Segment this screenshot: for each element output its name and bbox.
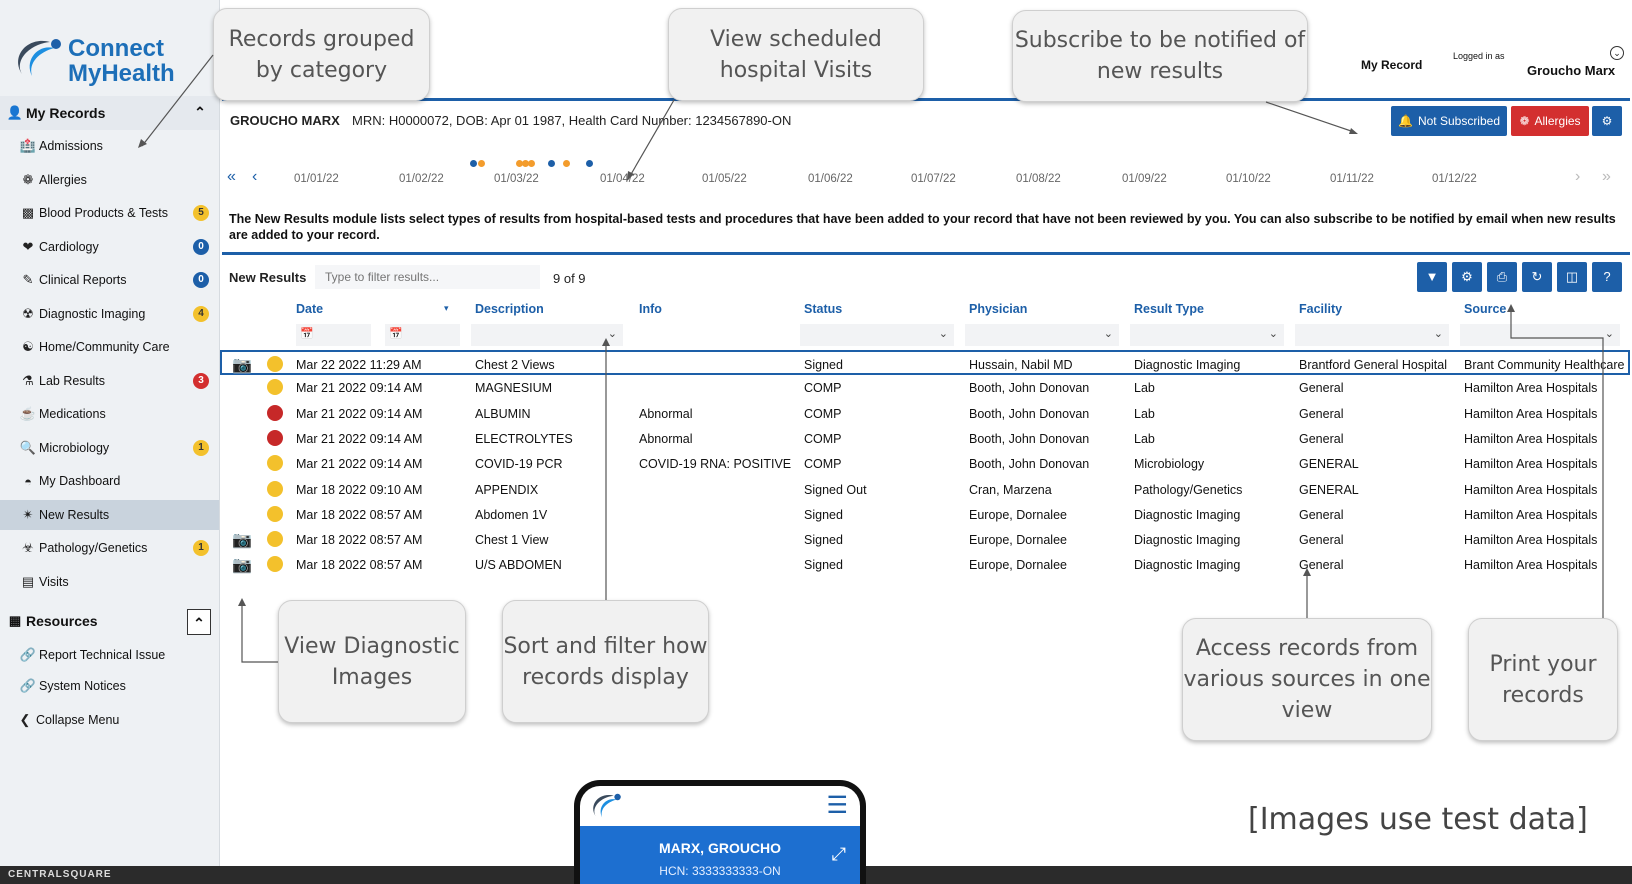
- connect-logo-icon: [593, 793, 621, 818]
- arrow-diagnostic: [241, 604, 278, 663]
- arrow-subscribe: [1265, 101, 1355, 133]
- callout-arrows: [138, 54, 1604, 663]
- phone-patient-banner: MARX, GROUCHO HCN: 3333333333-ON ⤢: [580, 826, 860, 884]
- arrowhead: [1303, 568, 1311, 576]
- arrow-grouped: [141, 54, 214, 147]
- arrowhead: [602, 338, 610, 346]
- arrowhead: [1507, 304, 1515, 312]
- arrowhead: [1349, 128, 1358, 134]
- arrow-visits: [629, 99, 675, 177]
- phone-mockup: ☰ MARX, GROUCHO HCN: 3333333333-ON ⤢: [574, 780, 866, 884]
- expand-icon[interactable]: ⤢: [832, 844, 846, 865]
- phone-screen: ☰ MARX, GROUCHO HCN: 3333333333-ON ⤢: [580, 786, 860, 884]
- arrowhead: [627, 171, 634, 181]
- phone-patient-name: MARX, GROUCHO: [658, 840, 782, 856]
- phone-patient-hcn: HCN: 3333333333-ON: [659, 864, 781, 878]
- arrowhead: [238, 598, 246, 606]
- footer-brand: CENTRALSQUARE: [8, 869, 112, 880]
- app-root: Connect MyHealth 👤 My Records ⌃ 🏥 Admissi…: [0, 0, 1632, 884]
- arrow-print: [1510, 310, 1604, 618]
- test-data-note: [Images use test data]: [1248, 802, 1588, 837]
- hamburger-menu-icon[interactable]: ☰: [826, 794, 848, 818]
